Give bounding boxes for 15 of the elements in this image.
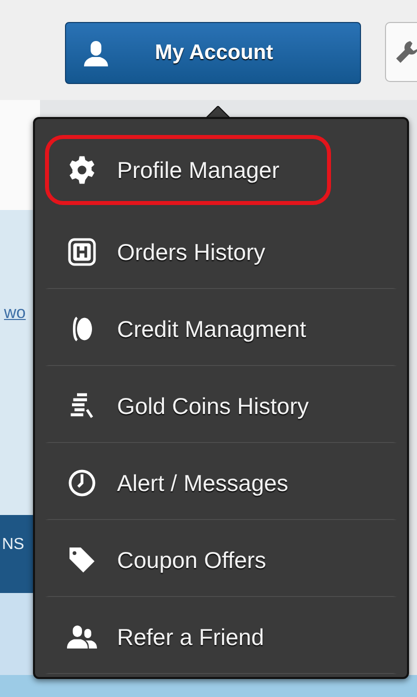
h-square-icon — [67, 237, 97, 267]
menu-item[interactable]: Profile Manager — [45, 135, 331, 205]
menu-item[interactable]: Refer a Friend — [45, 597, 397, 674]
menu-item[interactable]: Coupon Offers — [45, 520, 397, 597]
menu-item[interactable]: Alert / Messages — [45, 443, 397, 520]
wrench-icon — [394, 39, 417, 65]
link-fragment[interactable]: wo — [0, 302, 26, 322]
menu-item[interactable]: Gold Coins History — [45, 366, 397, 443]
account-button[interactable]: My Account — [65, 22, 361, 84]
gear-icon — [67, 155, 97, 185]
menu-item[interactable]: Credit Managment — [45, 289, 397, 366]
band-text: NS — [1, 536, 24, 554]
menu-item[interactable]: Orders History — [45, 212, 397, 289]
clock-icon — [67, 468, 97, 498]
tag-icon — [67, 545, 97, 575]
